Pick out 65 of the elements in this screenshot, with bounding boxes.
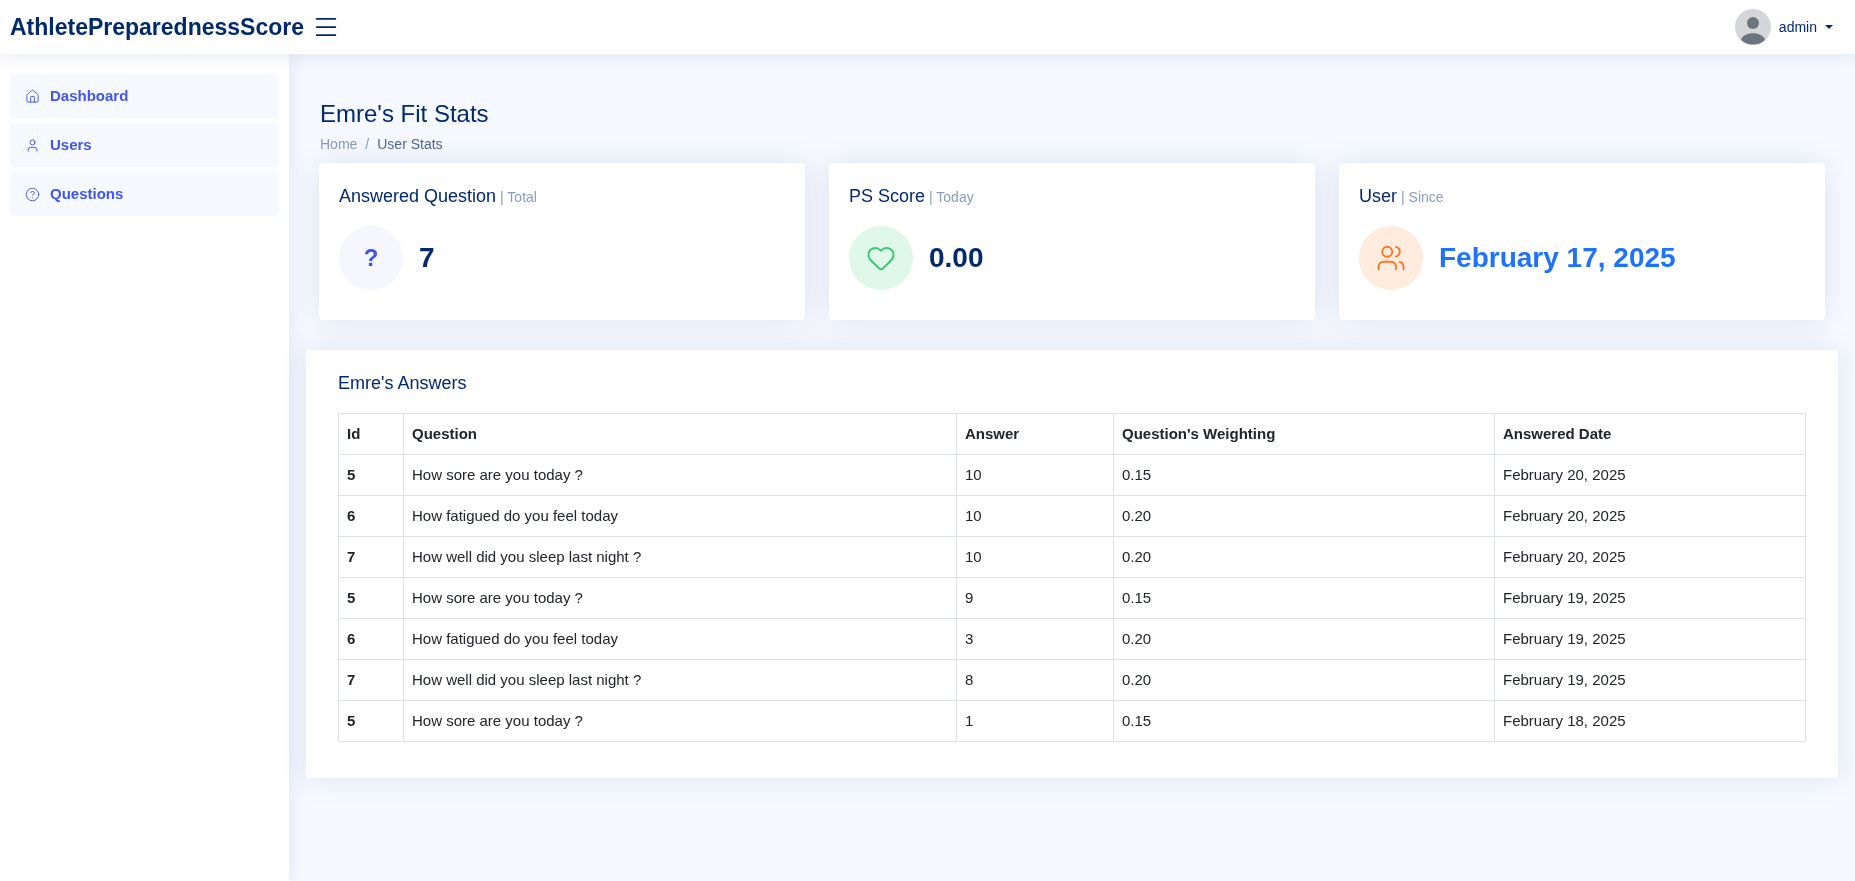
table-cell: How well did you sleep last night ?	[403, 659, 957, 701]
table-cell: How sore are you today ?	[403, 577, 957, 619]
column-header: Answer	[956, 413, 1114, 455]
table-cell: 5	[338, 700, 404, 742]
card-value: 7	[419, 241, 435, 275]
card-subtitle: | Since	[1401, 188, 1444, 207]
table-cell: How fatigued do you feel today	[403, 618, 957, 660]
table-cell: How sore are you today ?	[403, 454, 957, 496]
table-cell: February 19, 2025	[1494, 577, 1806, 619]
table-cell: 10	[956, 536, 1114, 578]
user-menu[interactable]: admin	[1778, 16, 1833, 38]
table-cell: February 19, 2025	[1494, 618, 1806, 660]
table-cell: 0.15	[1113, 454, 1495, 496]
table-cell: 8	[956, 659, 1114, 701]
help-icon	[25, 186, 40, 202]
card-title: User	[1359, 185, 1397, 208]
table-cell: 5	[338, 577, 404, 619]
table-cell: 3	[956, 618, 1114, 660]
table-cell: February 20, 2025	[1494, 495, 1806, 537]
page-title: Emre's Fit Stats	[320, 99, 490, 129]
table-cell: February 19, 2025	[1494, 659, 1806, 701]
breadcrumb-link[interactable]: Home	[320, 134, 358, 155]
table-cell: How fatigued do you feel today	[403, 495, 957, 537]
table-cell: How sore are you today ?	[403, 700, 957, 742]
sidebar-item[interactable]: Users	[10, 123, 279, 167]
table-cell: 0.20	[1113, 536, 1495, 578]
table-cell: February 20, 2025	[1494, 454, 1806, 496]
sidebar-item[interactable]: Questions	[10, 172, 279, 216]
table-cell: February 18, 2025	[1494, 700, 1806, 742]
table-cell: 7	[338, 659, 404, 701]
table-cell: 10	[956, 495, 1114, 537]
table-cell: 5	[338, 454, 404, 496]
card-subtitle: | Total	[500, 188, 537, 207]
column-header: Question	[403, 413, 957, 455]
table-cell: 1	[956, 700, 1114, 742]
column-header: Id	[338, 413, 404, 455]
card-title: Answered Question	[339, 185, 497, 208]
card-value: February 17, 2025	[1439, 241, 1676, 275]
column-header: Answered Date	[1494, 413, 1806, 455]
table-cell: 7	[338, 536, 404, 578]
table-cell: 0.20	[1113, 659, 1495, 701]
question-mark-icon: ?	[339, 226, 403, 290]
breadcrumb-separator: /	[365, 135, 370, 154]
table-cell: 9	[956, 577, 1114, 619]
breadcrumb-current: User Stats	[377, 135, 443, 154]
table-cell: February 20, 2025	[1494, 536, 1806, 578]
table-cell: 0.20	[1113, 495, 1495, 537]
table-cell: 6	[338, 495, 404, 537]
table-cell: 0.15	[1113, 577, 1495, 619]
home-icon	[25, 88, 40, 104]
avatar-icon[interactable]	[1734, 9, 1771, 45]
sidebar-item[interactable]: Dashboard	[10, 74, 279, 118]
table-cell: 6	[338, 618, 404, 660]
section-title: Emre's Answers	[338, 372, 468, 395]
caret-icon	[1825, 25, 1833, 29]
table-cell: How well did you sleep last night ?	[403, 536, 957, 578]
card-subtitle: | Today	[929, 188, 974, 207]
card-title: PS Score	[849, 185, 926, 208]
table-cell: 0.15	[1113, 700, 1495, 742]
person-icon	[25, 137, 40, 153]
card-value: 0.00	[929, 241, 984, 275]
brand-name[interactable]: AthletePreparednessScore	[10, 9, 304, 45]
table-cell: 0.20	[1113, 618, 1495, 660]
column-header: Question's Weighting	[1113, 413, 1495, 455]
table-cell: 10	[956, 454, 1114, 496]
